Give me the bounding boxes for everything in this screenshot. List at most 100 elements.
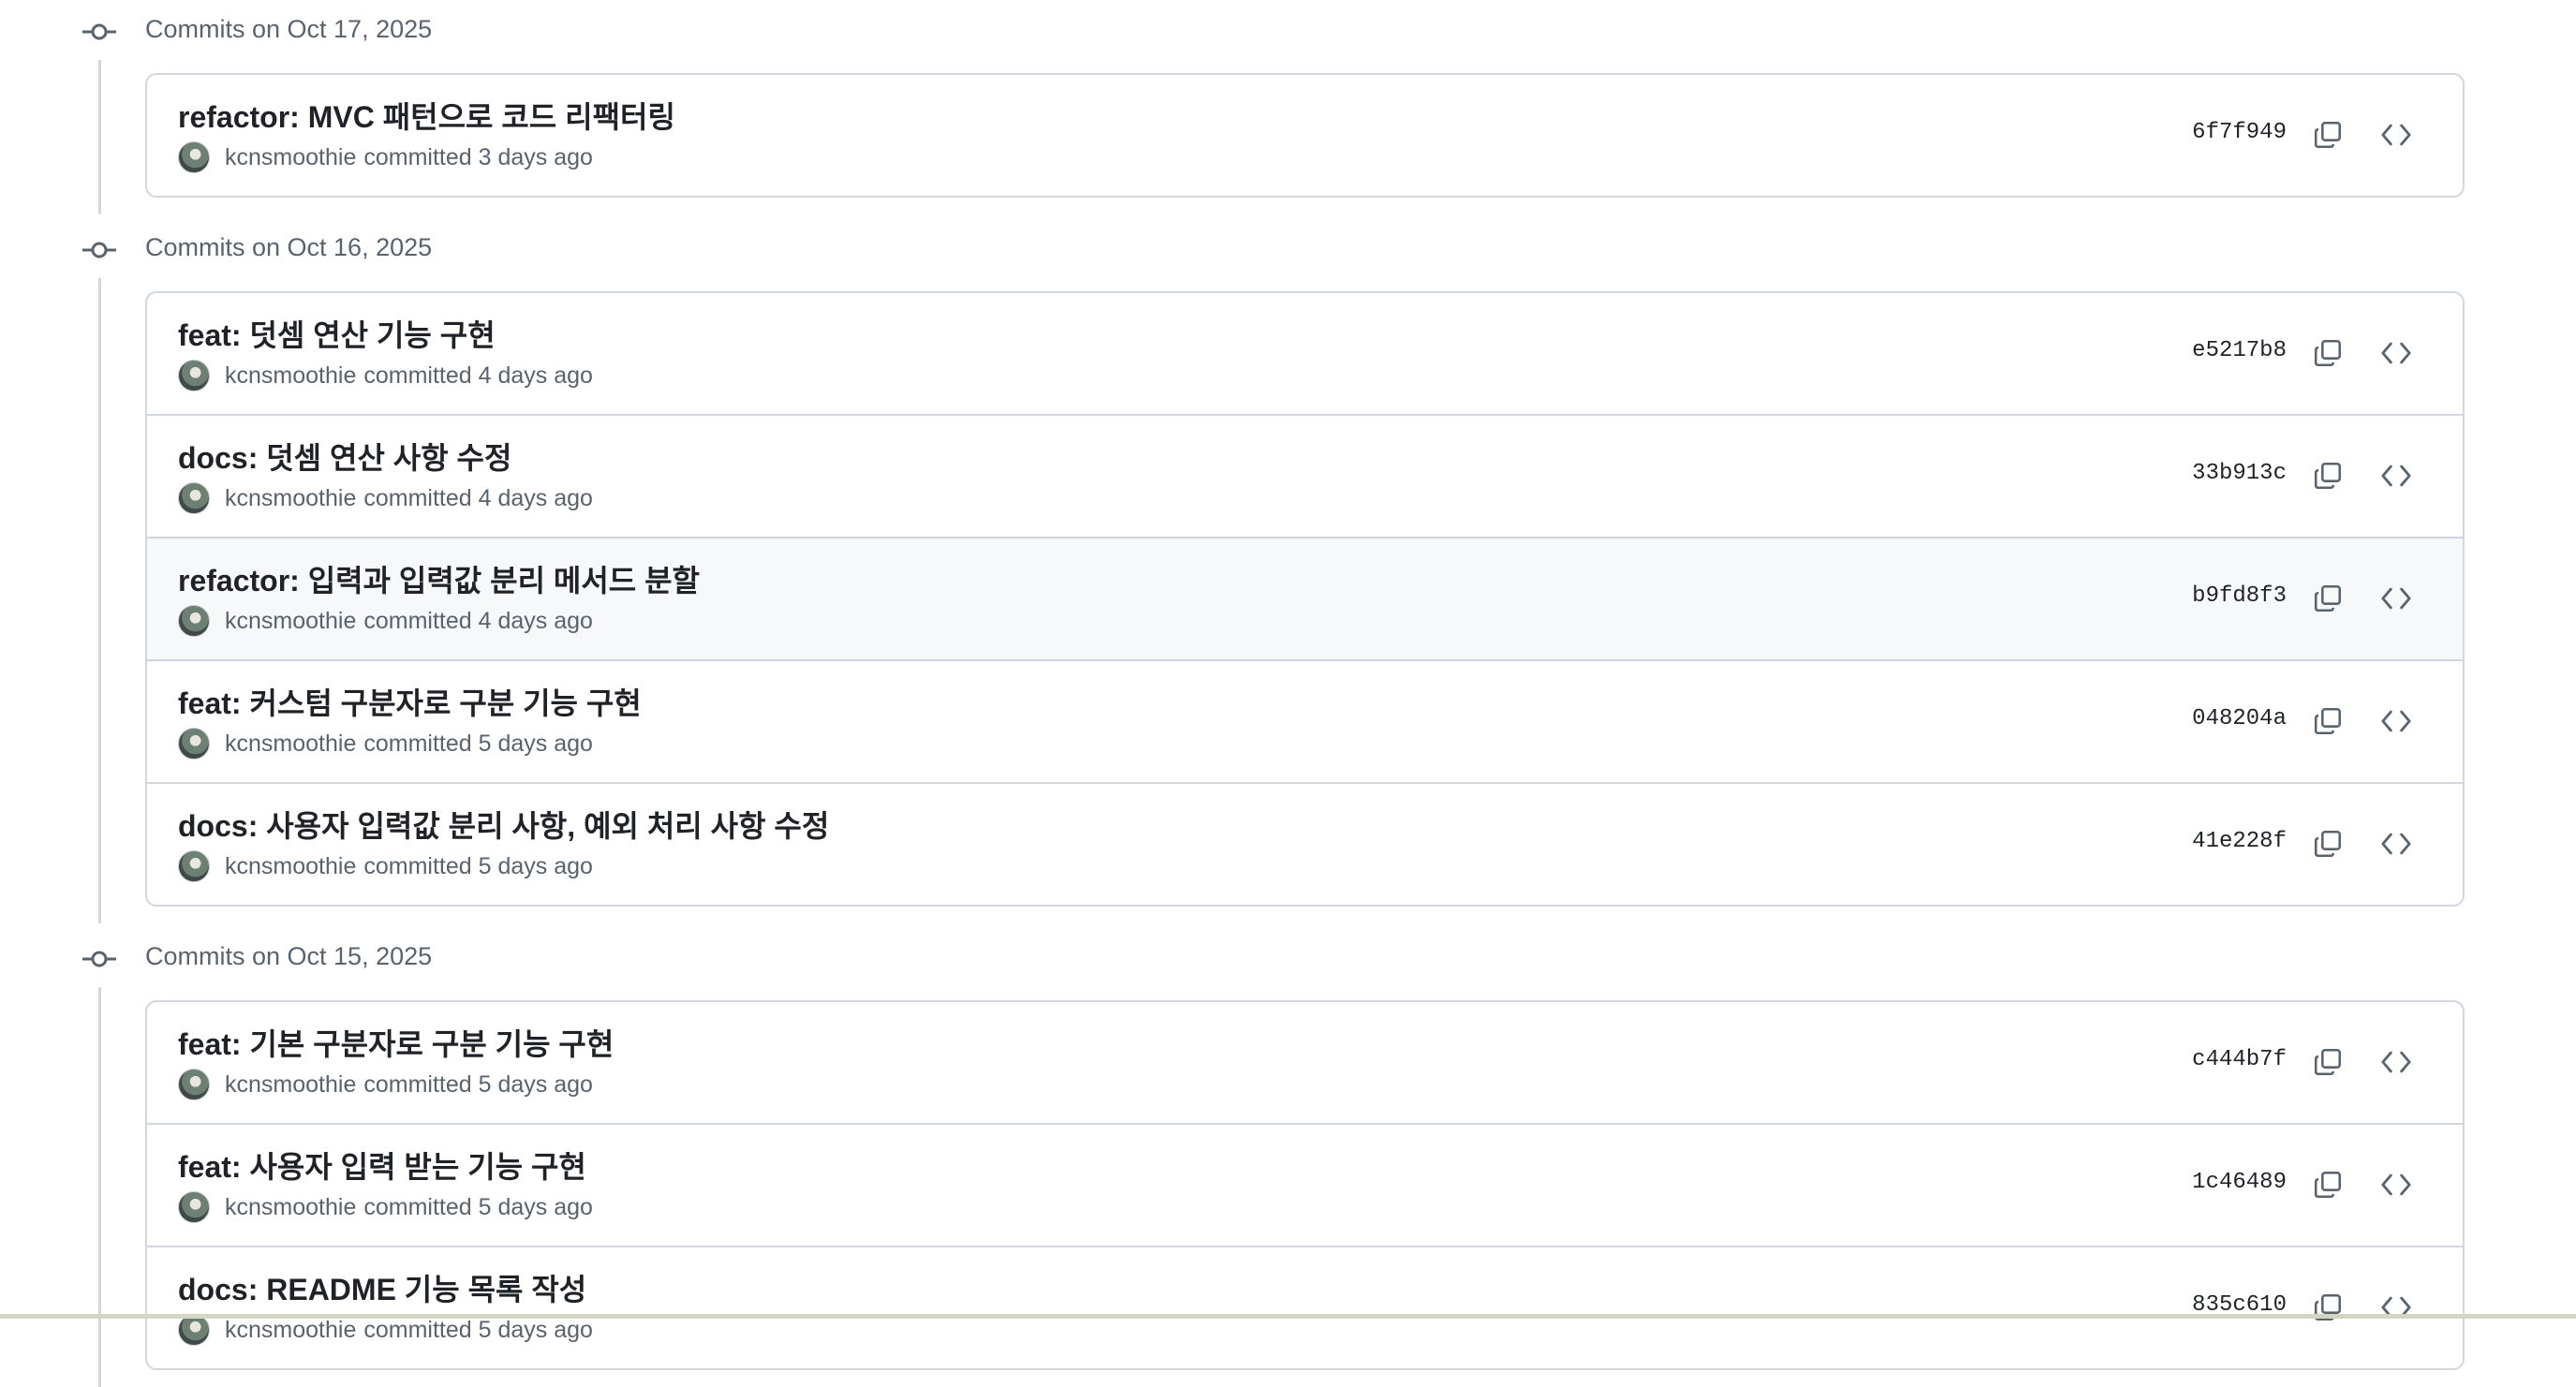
copy-sha-button[interactable] bbox=[2303, 1283, 2352, 1332]
avatar[interactable] bbox=[178, 1069, 210, 1100]
code-brackets-icon bbox=[2380, 583, 2412, 614]
commit-group-header: Commits on Oct 17, 2025 bbox=[0, 0, 2576, 64]
commit-sha-link[interactable]: 33b913c bbox=[2192, 461, 2287, 486]
browse-repo-button[interactable] bbox=[2372, 1038, 2421, 1086]
commit-row[interactable]: refactor: 입력과 입력값 분리 메서드 분할 kcnsmoothie co… bbox=[147, 537, 2463, 659]
commit-time: committed 4 days ago bbox=[363, 362, 593, 389]
browse-repo-button[interactable] bbox=[2372, 1160, 2421, 1209]
code-brackets-icon bbox=[2380, 460, 2412, 492]
commit-time: committed 5 days ago bbox=[363, 1070, 593, 1098]
copy-icon bbox=[2312, 828, 2344, 860]
copy-icon bbox=[2312, 583, 2344, 614]
copy-icon bbox=[2312, 119, 2344, 151]
copy-sha-button[interactable] bbox=[2303, 1160, 2352, 1209]
author-link[interactable]: kcnsmoothie bbox=[225, 853, 356, 880]
commit-time: committed 5 days ago bbox=[363, 852, 593, 879]
browse-repo-button[interactable] bbox=[2372, 697, 2421, 745]
browse-repo-button[interactable] bbox=[2372, 819, 2421, 868]
commit-time: committed 4 days ago bbox=[363, 607, 593, 634]
commit-sha-link[interactable]: c444b7f bbox=[2192, 1047, 2287, 1072]
browse-repo-button[interactable] bbox=[2372, 574, 2421, 623]
copy-sha-button[interactable] bbox=[2303, 819, 2352, 868]
browse-repo-button[interactable] bbox=[2372, 329, 2421, 377]
timeline-line bbox=[98, 60, 101, 214]
copy-icon bbox=[2312, 705, 2344, 737]
commit-list: feat: 덧셈 연산 기능 구현 kcnsmoothie committed 4 … bbox=[145, 291, 2465, 907]
author-link[interactable]: kcnsmoothie bbox=[225, 730, 356, 758]
author-link[interactable]: kcnsmoothie bbox=[225, 1071, 356, 1099]
commit-sha-link[interactable]: 048204a bbox=[2192, 706, 2287, 731]
commit-title-link[interactable]: feat: 덧셈 연산 기능 구현 bbox=[178, 312, 496, 355]
commit-meta: kcnsmoothie committed 4 days ago bbox=[178, 604, 593, 638]
commit-row[interactable]: docs: 덧셈 연산 사항 수정 kcnsmoothie committed 4 … bbox=[147, 414, 2463, 537]
copy-sha-button[interactable] bbox=[2303, 451, 2352, 500]
commit-group-header: Commits on Oct 16, 2025 bbox=[0, 218, 2576, 282]
copy-sha-button[interactable] bbox=[2303, 1038, 2352, 1086]
avatar[interactable] bbox=[178, 728, 210, 760]
copy-icon bbox=[2312, 460, 2344, 492]
commit-meta: kcnsmoothie committed 4 days ago bbox=[178, 481, 593, 515]
commit-time: committed 5 days ago bbox=[363, 730, 593, 757]
copy-icon bbox=[2312, 1046, 2344, 1078]
copy-sha-button[interactable] bbox=[2303, 111, 2352, 159]
code-brackets-icon bbox=[2380, 705, 2412, 737]
commit-row[interactable]: feat: 기본 구분자로 구분 기능 구현 kcnsmoothie committ… bbox=[147, 1002, 2463, 1123]
commit-meta: kcnsmoothie committed 5 days ago bbox=[178, 1190, 593, 1224]
author-link[interactable]: kcnsmoothie bbox=[225, 144, 356, 171]
avatar[interactable] bbox=[178, 1314, 210, 1346]
avatar[interactable] bbox=[178, 850, 210, 882]
commit-row[interactable]: refactor: MVC 패턴으로 코드 리팩터링 kcnsmoothie com… bbox=[147, 75, 2463, 196]
browse-repo-button[interactable] bbox=[2372, 1283, 2421, 1332]
commit-sha-link[interactable]: e5217b8 bbox=[2192, 338, 2287, 363]
avatar[interactable] bbox=[178, 482, 210, 514]
commit-title-link[interactable]: feat: 커스텀 구분자로 구분 기능 구현 bbox=[178, 680, 642, 723]
commit-title-link[interactable]: refactor: 입력과 입력값 분리 메서드 분할 bbox=[178, 557, 700, 600]
commit-sha-link[interactable]: 1c46489 bbox=[2192, 1170, 2287, 1195]
commit-title-link[interactable]: feat: 사용자 입력 받는 기능 구현 bbox=[178, 1144, 586, 1187]
avatar[interactable] bbox=[178, 360, 210, 391]
avatar[interactable] bbox=[178, 605, 210, 637]
code-brackets-icon bbox=[2380, 828, 2412, 860]
avatar[interactable] bbox=[178, 1191, 210, 1223]
commit-row[interactable]: feat: 덧셈 연산 기능 구현 kcnsmoothie committed 4 … bbox=[147, 293, 2463, 414]
commit-title-link[interactable]: refactor: MVC 패턴으로 코드 리팩터링 bbox=[178, 94, 675, 137]
commit-meta: kcnsmoothie committed 4 days ago bbox=[178, 359, 593, 392]
commit-meta: kcnsmoothie committed 5 days ago bbox=[178, 1068, 593, 1101]
commit-time: committed 3 days ago bbox=[363, 143, 593, 170]
commit-title-link[interactable]: docs: README 기능 목록 작성 bbox=[178, 1266, 586, 1309]
avatar[interactable] bbox=[178, 141, 210, 173]
commit-time: committed 5 days ago bbox=[363, 1316, 593, 1343]
code-brackets-icon bbox=[2380, 1046, 2412, 1078]
commit-meta: kcnsmoothie committed 5 days ago bbox=[178, 849, 593, 883]
commit-sha-link[interactable]: 41e228f bbox=[2192, 829, 2287, 854]
commit-sha-link[interactable]: 6f7f949 bbox=[2192, 120, 2287, 145]
copy-icon bbox=[2312, 337, 2344, 369]
commit-row[interactable]: docs: README 기능 목록 작성 kcnsmoothie committe… bbox=[147, 1246, 2463, 1368]
commit-row[interactable]: feat: 사용자 입력 받는 기능 구현 kcnsmoothie committe… bbox=[147, 1123, 2463, 1246]
code-brackets-icon bbox=[2380, 337, 2412, 369]
author-link[interactable]: kcnsmoothie bbox=[225, 485, 356, 512]
window-bottom-edge bbox=[0, 1314, 2576, 1319]
commit-title-link[interactable]: docs: 사용자 입력값 분리 사항, 예외 처리 사항 수정 bbox=[178, 803, 829, 846]
author-link[interactable]: kcnsmoothie bbox=[225, 1317, 356, 1344]
commit-row[interactable]: feat: 커스텀 구분자로 구분 기능 구현 kcnsmoothie commit… bbox=[147, 659, 2463, 782]
commit-time: committed 5 days ago bbox=[363, 1193, 593, 1220]
commit-title-link[interactable]: docs: 덧셈 연산 사항 수정 bbox=[178, 435, 511, 478]
copy-sha-button[interactable] bbox=[2303, 697, 2352, 745]
copy-sha-button[interactable] bbox=[2303, 329, 2352, 377]
copy-sha-button[interactable] bbox=[2303, 574, 2352, 623]
git-commit-icon bbox=[82, 19, 116, 45]
browse-repo-button[interactable] bbox=[2372, 451, 2421, 500]
author-link[interactable]: kcnsmoothie bbox=[225, 608, 356, 635]
git-commit-icon bbox=[82, 237, 116, 263]
author-link[interactable]: kcnsmoothie bbox=[225, 362, 356, 390]
commit-row[interactable]: docs: 사용자 입력값 분리 사항, 예외 처리 사항 수정 kcnsmoot… bbox=[147, 782, 2463, 905]
code-brackets-icon bbox=[2380, 1169, 2412, 1201]
commit-list: refactor: MVC 패턴으로 코드 리팩터링 kcnsmoothie com… bbox=[145, 73, 2465, 198]
git-commit-icon bbox=[82, 946, 116, 972]
author-link[interactable]: kcnsmoothie bbox=[225, 1194, 356, 1221]
commit-sha-link[interactable]: b9fd8f3 bbox=[2192, 583, 2287, 609]
commit-meta: kcnsmoothie committed 5 days ago bbox=[178, 727, 593, 760]
commit-title-link[interactable]: feat: 기본 구분자로 구분 기능 구현 bbox=[178, 1021, 614, 1064]
browse-repo-button[interactable] bbox=[2372, 111, 2421, 159]
